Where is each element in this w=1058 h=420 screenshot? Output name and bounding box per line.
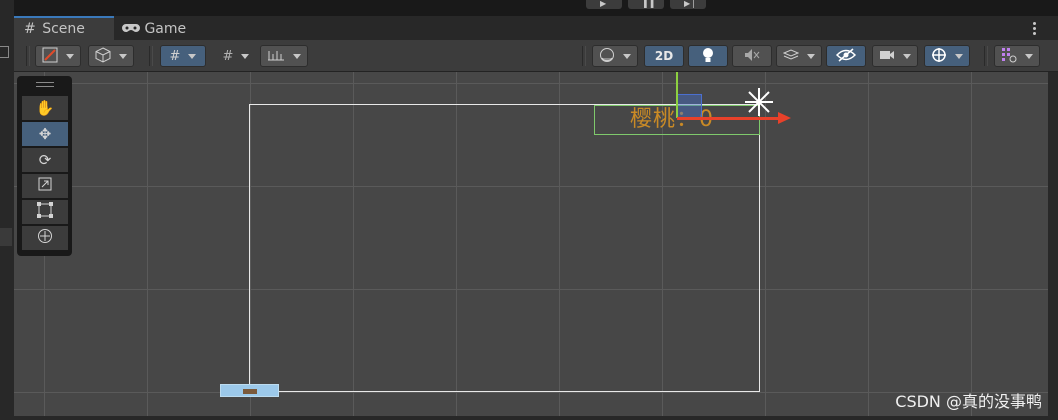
- toolbar-separator: [984, 46, 988, 66]
- drag-handle-icon[interactable]: [36, 82, 54, 90]
- audio-toggle[interactable]: [732, 45, 772, 67]
- layers-icon: [1001, 47, 1017, 66]
- tab-game-label: Game: [144, 21, 187, 37]
- lighting-toggle[interactable]: [688, 45, 728, 67]
- draw-mode-button[interactable]: [35, 45, 81, 67]
- toolbar-separator: [149, 46, 153, 66]
- visibility-icon: [835, 47, 857, 65]
- effects-button[interactable]: [776, 45, 822, 67]
- move-gizmo-y-axis[interactable]: [676, 72, 678, 118]
- tab-scene[interactable]: # Scene: [14, 16, 114, 40]
- light-gizmo-icon[interactable]: [743, 86, 775, 124]
- x-axis-arrow-icon[interactable]: [778, 112, 791, 124]
- gamepad-icon: [122, 21, 144, 37]
- play-icon: ▶: [600, 0, 607, 8]
- chevron-down-icon: [119, 53, 127, 59]
- move-gizmo-plane[interactable]: [677, 94, 702, 118]
- render-mode-button[interactable]: [592, 45, 638, 67]
- ruler-icon: [267, 49, 285, 64]
- effects-icon: [782, 48, 800, 65]
- watermark-text: CSDN @真的没事鸭: [895, 392, 1042, 411]
- scale-tool-button[interactable]: [22, 174, 68, 198]
- hand-tool-button[interactable]: ✋: [22, 96, 68, 120]
- scene-toolbar: # # 2D: [14, 40, 1058, 72]
- chevron-down-icon: [188, 53, 197, 59]
- rect-icon: [37, 202, 53, 222]
- chevron-down-icon: [623, 53, 631, 59]
- gizmo-icon: [931, 47, 947, 66]
- more-options-icon[interactable]: [1033, 22, 1036, 37]
- playmode-controls: ▶ ❚❚ ▶❘: [586, 0, 706, 9]
- tab-bar: # Scene Game: [14, 16, 1058, 40]
- transform-icon: [37, 228, 53, 248]
- toolbar-separator: [26, 46, 30, 66]
- pause-button[interactable]: ❚❚: [628, 0, 664, 9]
- rotate-tool-button[interactable]: ⟳: [22, 148, 68, 172]
- camera-icon: [879, 49, 895, 64]
- grid-snap-button[interactable]: #: [160, 45, 206, 67]
- left-panel-strip: [0, 0, 14, 420]
- gizmo-button[interactable]: [924, 45, 970, 67]
- render-mode-icon: [599, 47, 615, 66]
- toolbar-separator: [582, 46, 586, 66]
- chevron-down-icon: [241, 53, 250, 59]
- visibility-toggle[interactable]: [826, 45, 866, 67]
- panel-collapse-icon[interactable]: [0, 46, 9, 58]
- pause-icon: ❚❚: [642, 0, 656, 8]
- scene-viewport[interactable]: 樱桃：0: [14, 72, 1048, 416]
- camera-button[interactable]: [872, 45, 918, 67]
- shading-cube-button[interactable]: [88, 45, 134, 67]
- right-panel-edge: [1048, 72, 1058, 420]
- viewport-bottom-edge: [14, 416, 1048, 420]
- panel-selected-row[interactable]: [0, 228, 12, 246]
- camera-bounds: [249, 104, 760, 392]
- move-icon: ✥: [38, 125, 52, 143]
- scale-icon: [38, 177, 52, 195]
- move-tool-button[interactable]: ✥: [22, 122, 68, 146]
- tab-game[interactable]: Game: [120, 16, 200, 40]
- chevron-down-icon: [66, 53, 74, 59]
- ruler-button[interactable]: [260, 45, 308, 67]
- audio-icon: [744, 48, 760, 65]
- grid-icon: #: [24, 21, 36, 37]
- hand-icon: ✋: [35, 99, 55, 117]
- transform-tool-button[interactable]: [22, 226, 68, 250]
- lighting-icon: [702, 47, 714, 66]
- shading-cube-icon: [95, 46, 111, 66]
- chevron-down-icon: [1025, 53, 1033, 59]
- view-2d-toggle[interactable]: 2D: [644, 45, 684, 67]
- rotate-icon: ⟳: [38, 151, 52, 169]
- chevron-down-icon: [807, 53, 815, 59]
- tab-scene-label: Scene: [42, 21, 85, 37]
- step-button[interactable]: ▶❘: [670, 0, 706, 9]
- grid-snap-icon: #: [169, 48, 181, 64]
- chevron-down-icon: [293, 53, 301, 59]
- tools-overlay: ✋ ✥ ⟳: [17, 76, 72, 256]
- sprite-thumbnail[interactable]: [220, 384, 279, 397]
- chevron-down-icon: [903, 53, 911, 59]
- play-button[interactable]: ▶: [586, 0, 622, 9]
- increment-snap-button[interactable]: #: [213, 45, 259, 67]
- layers-button[interactable]: [994, 45, 1040, 67]
- step-icon: ▶❘: [684, 0, 697, 8]
- rect-tool-button[interactable]: [22, 200, 68, 224]
- draw-mode-icon: [42, 47, 58, 66]
- increment-snap-icon: #: [222, 48, 234, 64]
- chevron-down-icon: [955, 53, 963, 59]
